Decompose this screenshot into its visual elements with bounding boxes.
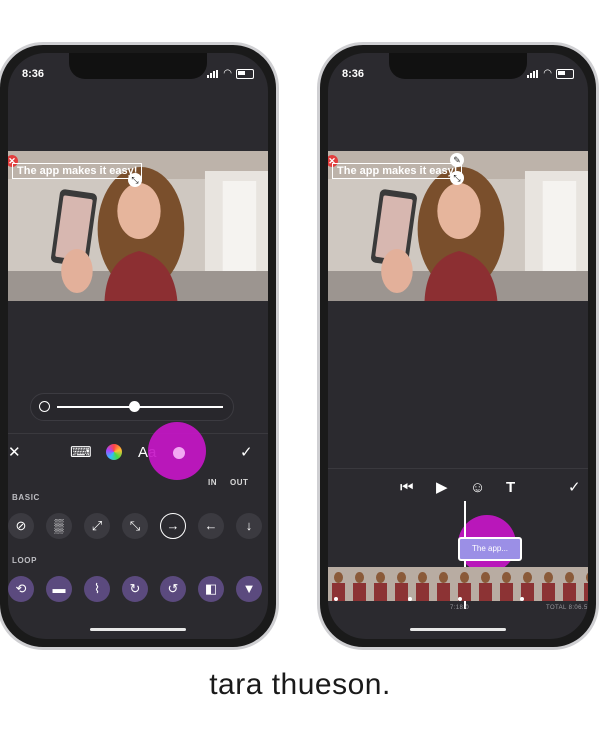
filmstrip-frame: [580, 567, 588, 601]
playback-controls: ⏮ ▶ ☺ T ✓: [328, 468, 588, 507]
battery-icon: [236, 68, 254, 79]
filmstrip-frame: [496, 567, 518, 601]
loop-bounce-icon[interactable]: ⟲: [8, 576, 34, 602]
battery-icon: [556, 68, 574, 79]
filmstrip-frame: [370, 567, 392, 601]
timeline-marker: [458, 597, 462, 601]
loop-rotate-cw-icon[interactable]: ↻: [122, 576, 148, 602]
home-indicator: [90, 628, 186, 631]
anim-shrink-icon[interactable]: ⤡: [122, 513, 148, 539]
basic-section-label: BASIC: [12, 493, 40, 502]
anim-fade-icon[interactable]: ▒: [46, 513, 72, 539]
wifi-icon: ◠: [543, 68, 552, 79]
status-time: 8:36: [342, 68, 365, 80]
anim-slide-left-icon[interactable]: ←: [198, 513, 224, 539]
clock-icon: [39, 401, 50, 412]
timing-slider[interactable]: [30, 393, 234, 421]
loop-flip-icon[interactable]: ◧: [198, 576, 224, 602]
brand-signature: tara thueson.: [209, 668, 391, 701]
play-icon[interactable]: ▶: [436, 479, 448, 497]
filmstrip-frame: [454, 567, 476, 601]
out-tab[interactable]: OUT: [230, 478, 248, 487]
video-preview[interactable]: ✕ The app makes it easy! ⤡: [8, 151, 268, 301]
timeline-marker: [408, 597, 412, 601]
anim-slide-right-icon[interactable]: →: [160, 513, 186, 539]
done-button[interactable]: ✓: [240, 444, 253, 462]
notch: [389, 53, 527, 79]
in-tab[interactable]: IN: [208, 478, 217, 487]
add-text-icon[interactable]: T: [506, 479, 515, 497]
text-toolbar: ✕ ⌨ Aa ✓: [8, 422, 268, 480]
edit-pencil-icon[interactable]: ✎: [450, 153, 464, 167]
loop-drop-icon[interactable]: ▼: [236, 576, 262, 602]
right-screen: 8:36 ◠ ✕ The app makes it easy! ✎ ⤡ ⏮ ▶ …: [328, 53, 588, 639]
color-wheel-icon[interactable]: [106, 444, 122, 460]
home-indicator: [410, 628, 506, 631]
filmstrip-frame: [412, 567, 434, 601]
filmstrip-frame: [517, 567, 539, 601]
anim-slide-down-icon[interactable]: ↓: [236, 513, 262, 539]
video-preview[interactable]: ✕ The app makes it easy! ✎ ⤡: [328, 151, 588, 301]
caption-text-box[interactable]: The app makes it easy!: [12, 163, 143, 179]
loop-bar-icon[interactable]: ▬: [46, 576, 72, 602]
sticker-icon[interactable]: ☺: [470, 479, 485, 497]
filmstrip-frame: [349, 567, 371, 601]
filmstrip-frame: [391, 567, 413, 601]
notch: [69, 53, 207, 79]
phone-left: 8:36 ◠ ✕ The app makes it easy! ⤡ ✕ ⌨ ✓ …: [0, 42, 279, 650]
animation-icon[interactable]: [173, 447, 185, 459]
keyboard-icon[interactable]: ⌨: [70, 444, 92, 462]
resize-handle-icon[interactable]: ⤡: [128, 173, 142, 187]
status-icons: ◠: [527, 68, 574, 79]
skip-back-icon[interactable]: ⏮: [400, 479, 414, 497]
filmstrip-frame: [328, 567, 350, 601]
resize-handle-icon[interactable]: ⤡: [450, 171, 464, 185]
text-clip[interactable]: The app...: [458, 537, 522, 561]
filmstrip-frame: [559, 567, 581, 601]
status-time: 8:36: [22, 68, 45, 80]
anim-none-icon[interactable]: ⊘: [8, 513, 34, 539]
loop-wave-icon[interactable]: ⌇: [84, 576, 110, 602]
timestamp-label: 7:18.0: [450, 605, 470, 611]
filmstrip-frame: [538, 567, 560, 601]
left-screen: 8:36 ◠ ✕ The app makes it easy! ⤡ ✕ ⌨ ✓ …: [8, 53, 268, 639]
anim-expand-icon[interactable]: ⤢: [84, 513, 110, 539]
done-button[interactable]: ✓: [568, 479, 581, 497]
slider-knob[interactable]: [129, 401, 140, 412]
slider-track[interactable]: [57, 406, 223, 408]
timeline-marker: [334, 597, 338, 601]
video-filmstrip[interactable]: [328, 567, 588, 601]
signal-icon: [527, 69, 539, 78]
total-duration-label: TOTAL 8:06.5: [546, 605, 588, 611]
caption-text-box[interactable]: The app makes it easy!: [332, 163, 463, 179]
loop-rotate-ccw-icon[interactable]: ↺: [160, 576, 186, 602]
close-button[interactable]: ✕: [8, 444, 21, 462]
timeline-marker: [520, 597, 524, 601]
wifi-icon: ◠: [223, 68, 232, 79]
status-icons: ◠: [207, 68, 254, 79]
filmstrip-frame: [475, 567, 497, 601]
signal-icon: [207, 69, 219, 78]
filmstrip-frame: [433, 567, 455, 601]
loop-section-label: LOOP: [12, 556, 38, 565]
phone-right: 8:36 ◠ ✕ The app makes it easy! ✎ ⤡ ⏮ ▶ …: [317, 42, 599, 650]
